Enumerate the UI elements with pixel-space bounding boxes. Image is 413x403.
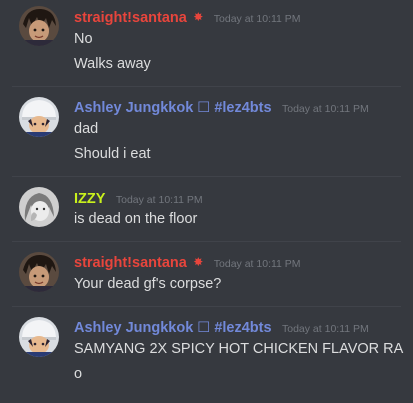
message-text: No bbox=[74, 31, 93, 47]
avatar[interactable] bbox=[19, 97, 59, 137]
author-name[interactable]: straight!santana bbox=[74, 10, 187, 26]
author-name[interactable]: Ashley Jungkkok ☐ #lez4bts bbox=[74, 320, 272, 336]
avatar[interactable] bbox=[19, 6, 59, 46]
message-text: SAMYANG 2X SPICY HOT CHICKEN FLAVOR RA bbox=[74, 341, 404, 357]
timestamp: Today at 10:11 PM bbox=[115, 194, 203, 206]
message-text: Walks away bbox=[74, 56, 151, 72]
chat-log: straight!santana ✸ Today at 10:11 PM No … bbox=[0, 0, 413, 403]
avatar[interactable] bbox=[19, 317, 59, 357]
avatar[interactable] bbox=[19, 187, 59, 227]
timestamp: Today at 10:11 PM bbox=[282, 103, 369, 115]
message-text: dad bbox=[74, 121, 99, 137]
message-text: is dead on the floor bbox=[74, 211, 198, 227]
message-text: Your dead gf's corpse? bbox=[74, 276, 222, 292]
burst-icon: ✸ bbox=[193, 255, 204, 269]
author-name[interactable]: straight!santana bbox=[74, 255, 187, 271]
divider bbox=[12, 86, 401, 87]
divider bbox=[12, 306, 401, 307]
timestamp: Today at 10:11 PM bbox=[282, 323, 369, 335]
divider bbox=[12, 241, 401, 242]
message-text: Should i eat bbox=[74, 146, 151, 162]
timestamp: Today at 10:11 PM bbox=[213, 258, 301, 270]
avatar[interactable] bbox=[19, 252, 59, 292]
divider bbox=[12, 176, 401, 177]
timestamp: Today at 10:11 PM bbox=[213, 13, 301, 25]
author-name[interactable]: IZZY bbox=[74, 191, 105, 207]
burst-icon: ✸ bbox=[193, 10, 204, 24]
message-text: o bbox=[74, 366, 83, 382]
author-name[interactable]: Ashley Jungkkok ☐ #lez4bts bbox=[74, 100, 272, 116]
